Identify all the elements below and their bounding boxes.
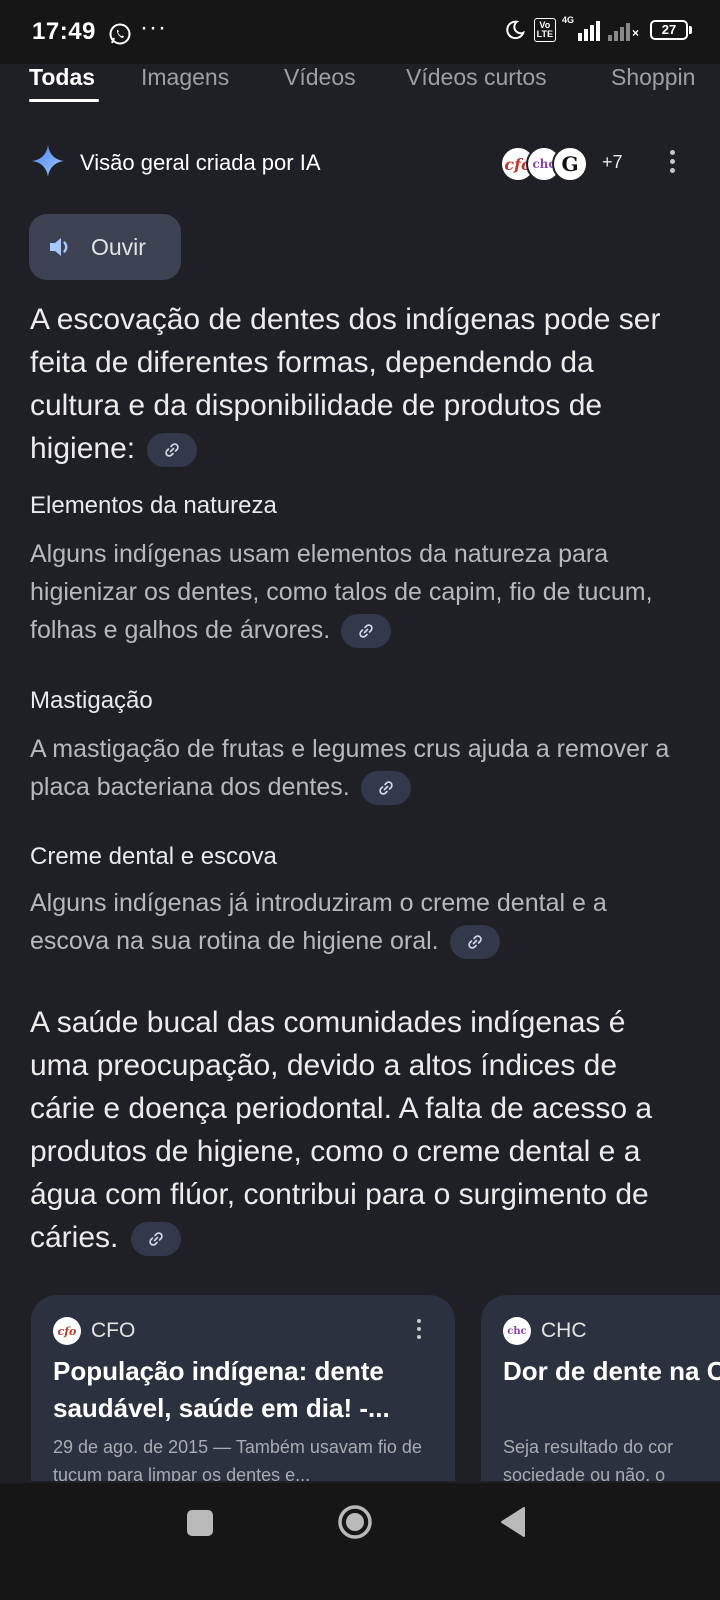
signal-4g-icon: 4G <box>562 15 600 41</box>
card-source-name: CHC <box>541 1319 587 1342</box>
citation-link-chip[interactable] <box>341 614 392 649</box>
source-avatars[interactable]: cfo chc G <box>500 146 600 184</box>
whatsapp-icon <box>109 23 131 45</box>
link-icon <box>378 781 393 796</box>
citation-link-chip[interactable] <box>147 433 198 468</box>
source-cards-carousel[interactable]: cfo CFO População indígena: dente saudáv… <box>0 1295 720 1481</box>
status-bar: 17:49 ··· Vo LTE 4G × 27 <box>0 0 720 64</box>
do-not-disturb-moon-icon <box>505 20 525 40</box>
citation-link-chip[interactable] <box>449 925 500 960</box>
source-card[interactable]: chc CHC Dor de dente na CHC Seja resulta… <box>481 1295 720 1481</box>
system-navigation-bar <box>0 1483 720 1600</box>
section-title: Creme dental e escova <box>30 843 277 870</box>
card-title[interactable]: Dor de dente na CHC <box>503 1353 720 1390</box>
volte-icon: Vo LTE <box>533 18 556 42</box>
section-body: A mastigação de frutas e legumes crus aj… <box>30 735 670 801</box>
ai-intro-paragraph: A escovação de dentes dos indígenas pode… <box>30 298 690 470</box>
link-icon <box>165 443 180 457</box>
section-body: Alguns indígenas já introduziram o creme… <box>30 889 607 955</box>
tab-videos[interactable]: Vídeos <box>284 64 356 91</box>
section-title: Mastigação <box>30 687 153 714</box>
listen-label: Ouvir <box>91 233 146 260</box>
clock: 17:49 <box>32 18 96 45</box>
battery-level: 27 <box>650 20 688 40</box>
card-source-name: CFO <box>91 1319 136 1342</box>
card-snippet: 29 de ago. de 2015 — Também usavam fio d… <box>53 1437 422 1481</box>
more-notifications-icon: ··· <box>140 14 167 41</box>
citation-link-chip[interactable] <box>130 1222 181 1257</box>
section-text: Alguns indígenas já introduziram o creme… <box>30 884 690 960</box>
tab-todas[interactable]: Todas <box>29 64 95 91</box>
source-card[interactable]: cfo CFO População indígena: dente saudáv… <box>31 1295 455 1481</box>
ai-conclusion-text: A saúde bucal das comunidades indígenas … <box>30 1006 653 1254</box>
listen-button[interactable]: Ouvir <box>29 214 181 280</box>
ai-overview-title: Visão geral criada por IA <box>80 150 321 175</box>
more-options-icon[interactable] <box>670 150 678 178</box>
link-icon <box>359 624 373 639</box>
ai-overview-header: Visão geral criada por IA cfo chc G +7 <box>0 118 720 208</box>
section-title: Elementos da natureza <box>30 492 277 519</box>
more-sources-count[interactable]: +7 <box>602 152 623 173</box>
link-icon <box>148 1232 163 1246</box>
card-more-options-icon[interactable] <box>417 1319 423 1343</box>
recent-apps-button[interactable] <box>187 1510 213 1536</box>
speaker-icon <box>50 238 68 256</box>
search-tabs: Todas Imagens Vídeos Vídeos curtos Shopp… <box>0 64 720 118</box>
home-button[interactable] <box>337 1504 373 1540</box>
section-text: A mastigação de frutas e legumes crus aj… <box>30 730 690 806</box>
link-icon <box>467 935 482 950</box>
network-type-label: 4G <box>562 15 575 25</box>
ai-conclusion-paragraph: A saúde bucal das comunidades indígenas … <box>30 1001 690 1259</box>
signal-no-service-icon: × <box>608 19 642 41</box>
back-button[interactable] <box>498 1506 528 1538</box>
ai-sparkle-icon <box>32 145 64 177</box>
tab-imagens[interactable]: Imagens <box>141 64 229 91</box>
active-tab-indicator <box>29 99 99 102</box>
chc-favicon: chc <box>503 1317 531 1345</box>
tab-videos-curtos[interactable]: Vídeos curtos <box>406 64 547 91</box>
card-title[interactable]: População indígena: dente saudável, saúd… <box>53 1353 433 1427</box>
citation-link-chip[interactable] <box>360 771 411 806</box>
ai-intro-text: A escovação de dentes dos indígenas pode… <box>30 303 661 465</box>
battery-icon: 27 <box>650 20 692 40</box>
section-text: Alguns indígenas usam elementos da natur… <box>30 535 690 649</box>
card-snippet: Seja resultado do cor sociedade ou não, … <box>503 1437 674 1481</box>
g-source-avatar: G <box>552 146 588 182</box>
cfo-favicon: cfo <box>53 1317 81 1345</box>
tab-shopping[interactable]: Shoppin <box>611 64 695 91</box>
